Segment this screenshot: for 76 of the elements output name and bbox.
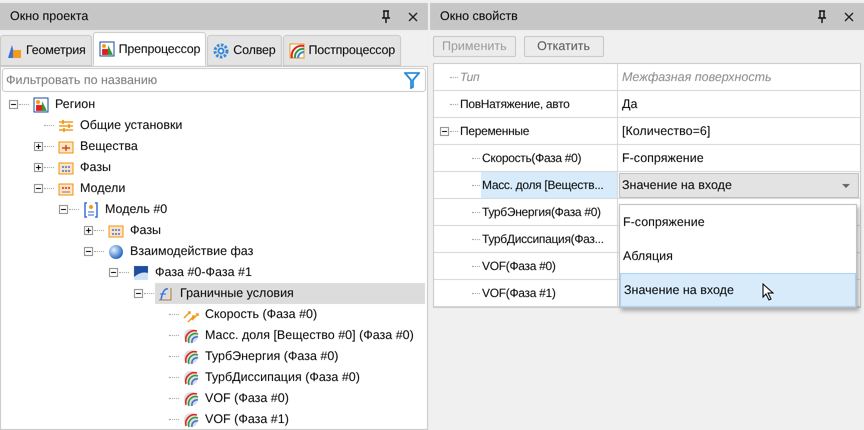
collapse-icon[interactable]: [109, 268, 118, 277]
interface-icon: [133, 264, 149, 280]
dropdown-option[interactable]: F-сопряжение: [620, 205, 856, 239]
property-name[interactable]: Масс. доля [Веществ...: [481, 172, 617, 198]
property-name[interactable]: ПовНатяжение, авто: [459, 91, 617, 117]
property-value: Межфазная поверхность: [622, 68, 772, 86]
sliders-icon: [58, 118, 74, 134]
rainbow-ball-icon: [183, 390, 199, 406]
panel-title: Окно свойств: [440, 8, 519, 26]
region-icon: [98, 41, 115, 57]
expand-icon[interactable]: [34, 163, 43, 172]
property-value: F-сопряжение: [622, 150, 704, 167]
rainbow-ball-icon: [183, 348, 199, 364]
filter-icon[interactable]: [404, 71, 420, 89]
pin-icon[interactable]: [816, 10, 828, 24]
collapse-icon[interactable]: [34, 184, 43, 193]
close-icon[interactable]: [844, 12, 854, 22]
expand-icon[interactable]: [84, 226, 93, 235]
toolbar-button[interactable]: Откатить: [524, 36, 604, 57]
tree-item[interactable]: Фазы: [105, 220, 162, 241]
tree-item[interactable]: Регион: [30, 94, 96, 115]
tree-item[interactable]: Взаимодействие фаз: [105, 241, 254, 262]
dropdown-option[interactable]: Абляция: [620, 239, 856, 273]
tree-item[interactable]: ТурбЭнергия (Фаза #0): [180, 346, 338, 367]
tree-item[interactable]: VOF (Фаза #1): [180, 409, 289, 429]
tab[interactable]: Геометрия: [0, 35, 92, 66]
close-icon[interactable]: [408, 12, 418, 22]
collapse-icon[interactable]: [84, 247, 93, 256]
tree-item[interactable]: Масс. доля [Вещество #0] (Фаза #0): [180, 325, 414, 346]
gear-icon: [213, 42, 230, 58]
tree-item[interactable]: Фаза #0-Фаза #1: [130, 262, 252, 283]
tab[interactable]: Постпроцессор: [282, 35, 401, 66]
folder-icon: [58, 138, 74, 154]
cursor-icon: [762, 283, 774, 301]
collapse-icon[interactable]: [134, 289, 143, 298]
panel-title: Окно проекта: [10, 8, 90, 26]
sphere-icon: [108, 244, 124, 260]
property-name[interactable]: VOF(Фаза #0): [481, 253, 617, 279]
folder-icon: [58, 180, 74, 196]
caret-icon: [842, 184, 850, 188]
tab[interactable]: Препроцессор: [92, 32, 206, 66]
region-icon: [33, 96, 49, 112]
folder-icon: [58, 160, 74, 176]
formula-icon: [83, 202, 99, 218]
rainbow-ball-icon: [183, 370, 199, 386]
rainbow-ball-icon: [183, 328, 199, 344]
collapse-icon[interactable]: [440, 126, 449, 136]
tree-item[interactable]: ТурбДиссипация (Фаза #0): [180, 367, 360, 388]
dropdown-value: Значение на входе: [622, 177, 733, 194]
tree-item[interactable]: Общие установки: [55, 115, 182, 136]
tree-item[interactable]: Граничные условия: [155, 283, 425, 304]
tree-item[interactable]: Модель #0: [80, 199, 168, 220]
pin-icon[interactable]: [380, 10, 392, 24]
property-value: Да: [622, 96, 638, 113]
tree-item[interactable]: Вещества: [55, 136, 138, 157]
tree-item[interactable]: Модели: [55, 178, 126, 199]
dropdown-option[interactable]: Значение на входе: [620, 273, 856, 307]
property-name[interactable]: Скорость(Фаза #0): [481, 145, 617, 171]
folder-icon: [108, 222, 124, 238]
property-name[interactable]: Переменные: [459, 118, 617, 144]
property-name[interactable]: ТурбЭнергия(Фаза #0): [481, 199, 617, 225]
tab[interactable]: Солвер: [207, 35, 282, 66]
expand-icon[interactable]: [34, 142, 43, 151]
rainbow-ball-icon: [183, 412, 199, 428]
function-icon: [158, 286, 174, 302]
property-name[interactable]: ТурбДиссипация(Фаз...: [481, 226, 617, 252]
rainbow-icon: [288, 42, 304, 58]
collapse-icon[interactable]: [59, 205, 68, 214]
property-name[interactable]: VOF(Фаза #1): [481, 280, 617, 306]
filter-field[interactable]: Фильтровать по названию: [2, 68, 426, 92]
tree-item[interactable]: Фазы: [55, 157, 112, 178]
value-dropdown[interactable]: Значение на входе: [619, 173, 859, 198]
tree-item[interactable]: Скорость (Фаза #0): [180, 304, 318, 325]
property-value: [Количество=6]: [622, 122, 710, 140]
collapse-icon[interactable]: [9, 100, 18, 109]
tree-item[interactable]: VOF (Фаза #0): [180, 388, 289, 409]
